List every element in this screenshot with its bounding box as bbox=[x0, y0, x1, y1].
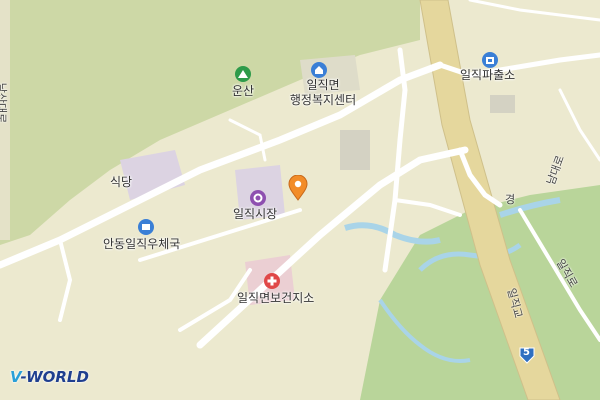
location-marker-icon[interactable] bbox=[288, 175, 308, 201]
building-block-1 bbox=[340, 130, 370, 170]
label-admin-center-line2: 행정복지센터 bbox=[289, 93, 357, 107]
label-post-office[interactable]: 안동일직우체국 bbox=[103, 237, 180, 252]
label-restaurant[interactable]: 식당 bbox=[110, 175, 132, 190]
logo-v: V bbox=[10, 368, 21, 386]
mountain-icon[interactable] bbox=[235, 66, 251, 82]
government-office-icon[interactable] bbox=[311, 62, 327, 78]
road-label-short: 경 bbox=[505, 193, 516, 206]
logo-world: -WORLD bbox=[20, 368, 89, 386]
building-block-2 bbox=[490, 95, 515, 113]
route-number: 5 bbox=[523, 347, 530, 358]
road-label-left: 남산대로 bbox=[0, 82, 9, 124]
label-admin-center-line1: 일직면 bbox=[306, 78, 340, 92]
vworld-logo: V-WORLD bbox=[10, 368, 89, 386]
market-icon[interactable] bbox=[250, 190, 266, 206]
label-admin-center[interactable]: 일직면 행정복지센터 bbox=[282, 78, 364, 108]
map-view[interactable]: 5 운산 일직면 행정복지센터 일직파출소 식당 일직시장 안동일직우체국 일직… bbox=[0, 0, 600, 400]
label-police[interactable]: 일직파출소 bbox=[460, 68, 515, 83]
police-icon[interactable] bbox=[482, 52, 498, 68]
label-health-center[interactable]: 일직면보건지소 bbox=[237, 291, 314, 306]
label-unsan[interactable]: 운산 bbox=[232, 84, 254, 99]
post-office-icon[interactable] bbox=[138, 219, 154, 235]
hospital-icon[interactable] bbox=[264, 273, 280, 289]
label-market[interactable]: 일직시장 bbox=[233, 207, 277, 222]
